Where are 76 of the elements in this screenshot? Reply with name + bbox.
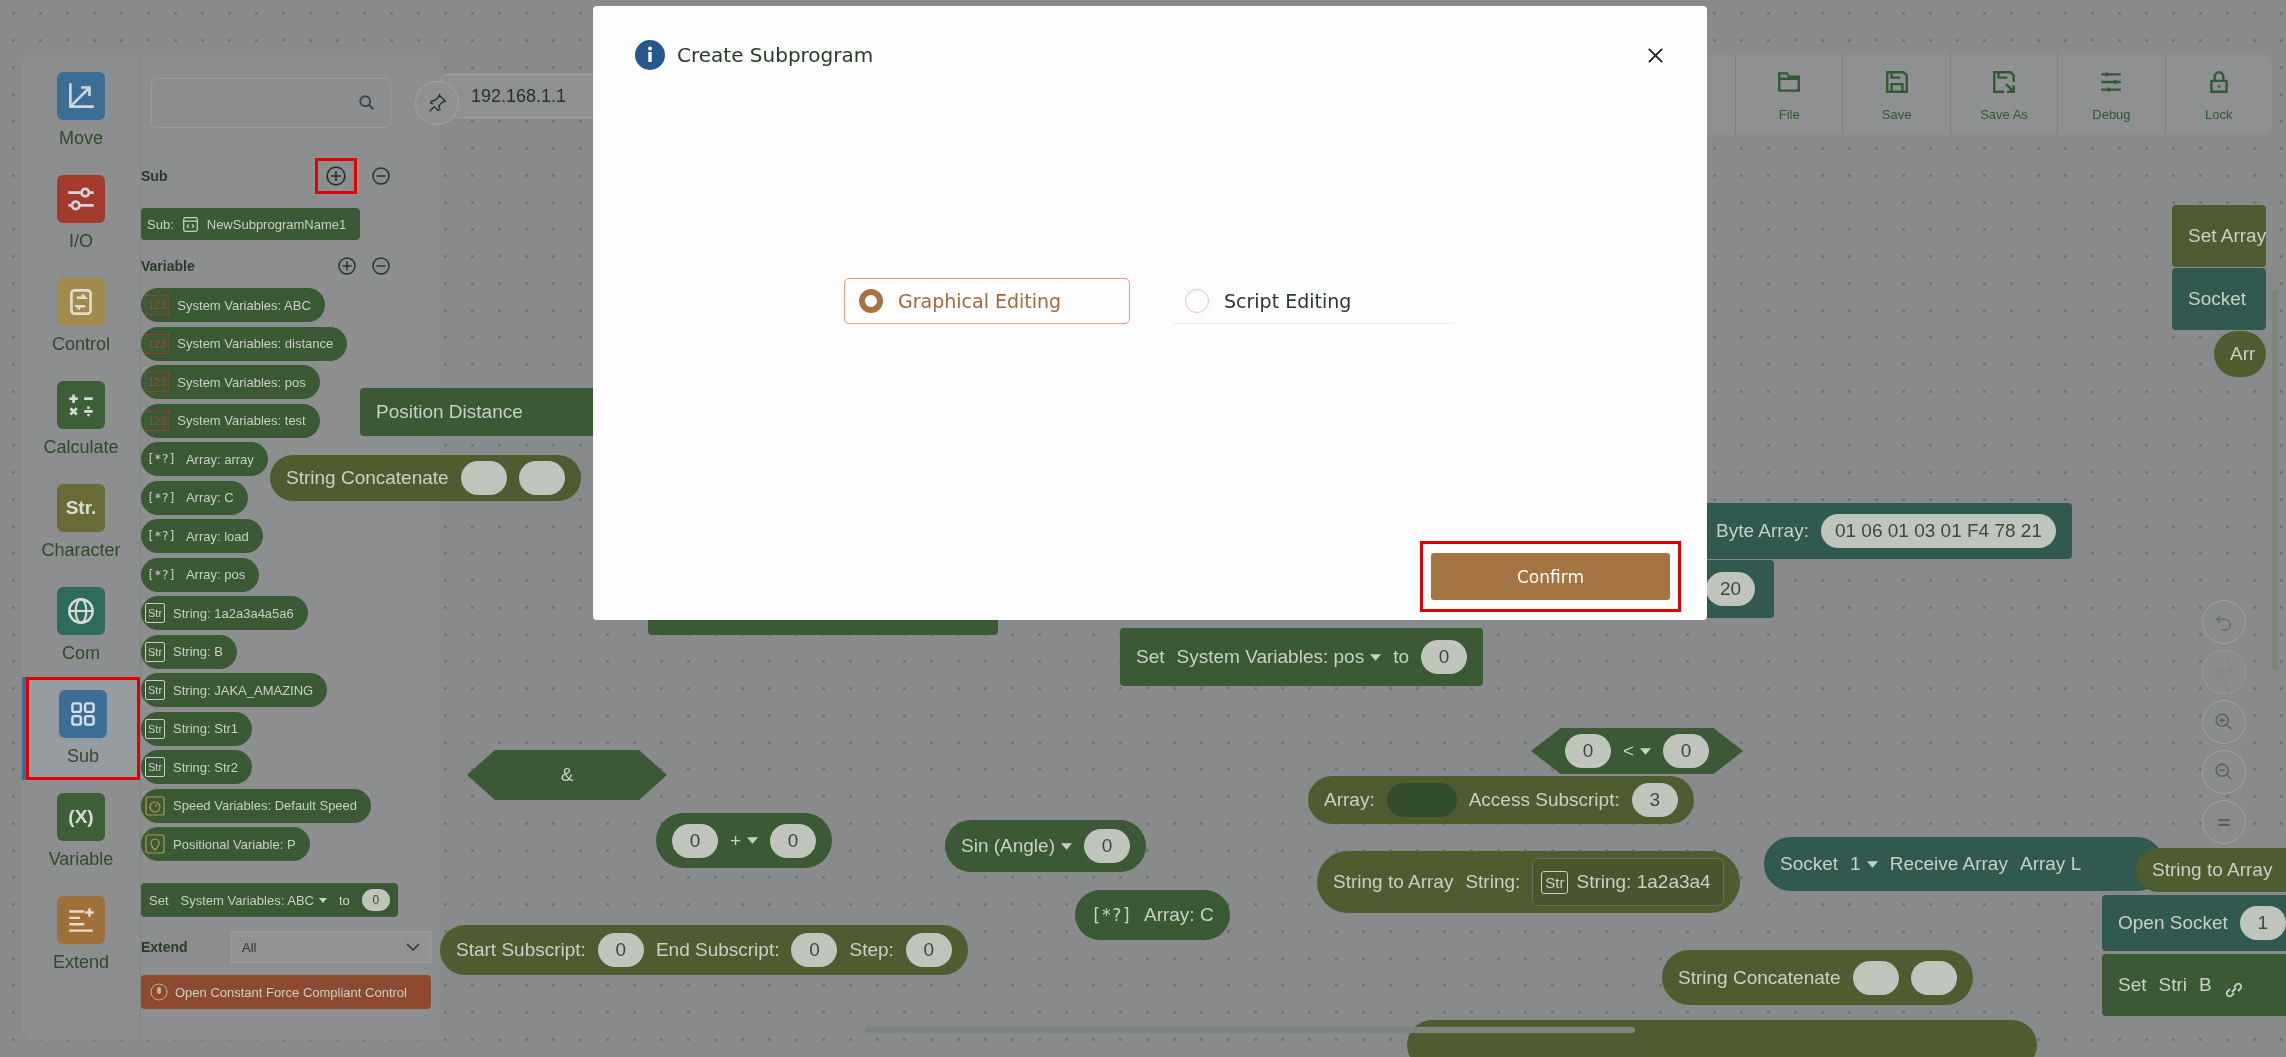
block-label: NewSubprogramName1 bbox=[206, 216, 347, 232]
block-label: Socket bbox=[1780, 853, 1839, 875]
block-label: Access Subscript: bbox=[1468, 789, 1620, 811]
category-label: Variable bbox=[48, 849, 114, 870]
option-label: Graphical Editing bbox=[898, 289, 1062, 312]
block-label: String to Array bbox=[1333, 871, 1454, 893]
block-label: Byte Array: bbox=[1716, 520, 1809, 542]
block-label: Open Constant Force Compliant Control bbox=[175, 984, 407, 1000]
block-label: String: Str1 bbox=[173, 721, 239, 736]
block-label: Array: bbox=[1324, 789, 1375, 811]
block-label: Position Distance bbox=[376, 401, 523, 423]
category-label: Control bbox=[52, 334, 110, 355]
block-label: System Variables: distance bbox=[177, 336, 334, 351]
array-icon: [*?] bbox=[1091, 905, 1132, 925]
category-label: I/O bbox=[69, 231, 93, 252]
string-icon: Str bbox=[145, 718, 166, 739]
block-label: Set Array bbox=[2188, 225, 2267, 247]
dialog-title: Create Subprogram bbox=[677, 43, 875, 67]
array-icon: [*?] bbox=[145, 487, 178, 508]
block-label: System Variables: pos bbox=[177, 374, 306, 390]
block-label: String: Str2 bbox=[173, 759, 239, 775]
string-icon: Str bbox=[145, 641, 166, 662]
block-label: Set bbox=[2118, 974, 2147, 996]
array-icon: [*?] bbox=[145, 449, 178, 469]
block-label: System Variables: ABC bbox=[177, 297, 311, 313]
block-label: Positional Variable: P bbox=[173, 836, 296, 852]
block-label: String Concatenate bbox=[1678, 966, 1841, 989]
block-label: to bbox=[338, 892, 350, 908]
number-icon: 123 bbox=[145, 372, 170, 392]
category-label: Character bbox=[41, 540, 121, 561]
block-label: to bbox=[1393, 646, 1409, 668]
section-title: Variable bbox=[141, 258, 196, 274]
number-icon: 123 bbox=[145, 333, 170, 354]
array-icon: [*?] bbox=[145, 564, 178, 585]
block-label: String: bbox=[1465, 871, 1521, 893]
category-label: Extend bbox=[52, 952, 109, 973]
category-label: Com bbox=[62, 643, 100, 664]
option-label: Script Editing bbox=[1224, 289, 1352, 312]
block-label: Arr bbox=[2230, 343, 2256, 365]
block-label: Array: load bbox=[185, 528, 249, 544]
block-label: Array: C bbox=[1143, 904, 1214, 926]
category-label: Calculate bbox=[43, 437, 119, 458]
block-label: Sub: bbox=[147, 216, 174, 232]
string-icon: Str bbox=[145, 603, 166, 623]
block-label: String Concatenate bbox=[286, 467, 449, 489]
category-icon: Str. bbox=[57, 484, 105, 532]
block-label: Array: pos bbox=[185, 567, 246, 582]
array-icon: [*?] bbox=[145, 526, 178, 546]
number-icon: 123 bbox=[145, 410, 170, 431]
block-label: Set bbox=[149, 892, 169, 908]
block-label: String: B bbox=[173, 644, 223, 659]
block-label: End Subscript: bbox=[655, 939, 780, 961]
block-label: String: JAKA_AMAZING bbox=[173, 682, 314, 698]
block-label: Start Subscript: bbox=[456, 939, 586, 961]
block-label: Receive Array bbox=[1889, 853, 2008, 875]
block-label: Set bbox=[1136, 646, 1165, 668]
category-icon: (X) bbox=[57, 793, 105, 841]
category-label: Sub bbox=[67, 746, 99, 767]
block-label: System Variables: test bbox=[177, 413, 306, 428]
block-label: Open Socket bbox=[2118, 912, 2228, 934]
block-label: & bbox=[560, 764, 574, 786]
block-label: String: 1a2a3a4a5a6 bbox=[173, 605, 294, 621]
section-title: Extend bbox=[141, 939, 189, 955]
section-title: Sub bbox=[141, 168, 169, 184]
block-label: Array: array bbox=[185, 451, 254, 467]
block-label: Step: bbox=[849, 939, 894, 961]
category-label: Move bbox=[59, 128, 103, 149]
number-icon: 123 bbox=[145, 295, 170, 315]
block-label: B bbox=[2199, 974, 2212, 996]
block-label: Array: C bbox=[185, 490, 234, 505]
block-label: Array L bbox=[2019, 853, 2082, 875]
string-icon: Str bbox=[145, 757, 166, 777]
block-label: Socket bbox=[2188, 288, 2247, 310]
string-icon: Str bbox=[145, 680, 166, 700]
block-label: Speed Variables: Default Speed bbox=[173, 798, 358, 813]
block-label: Stri bbox=[2158, 974, 2188, 996]
